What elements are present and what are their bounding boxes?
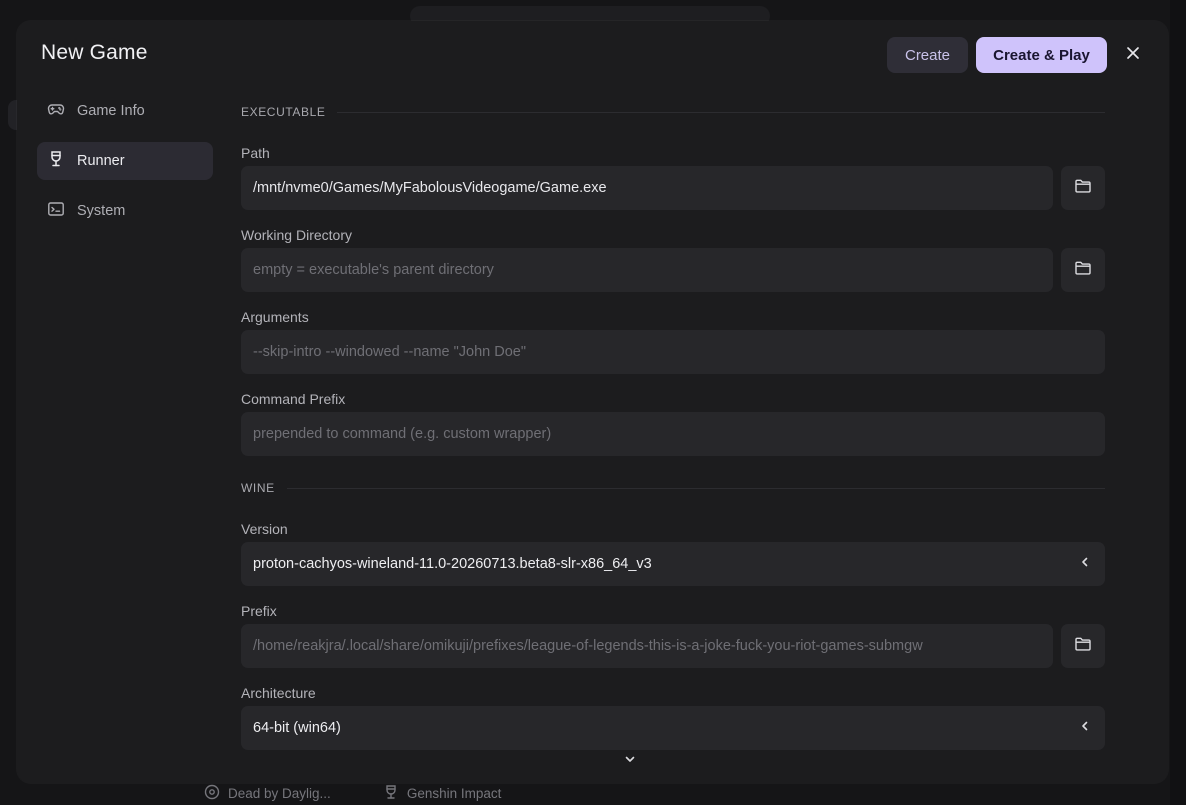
path-label: Path: [241, 145, 270, 161]
path-row: /mnt/nvme0/Games/MyFabolousVideogame/Gam…: [241, 166, 1105, 210]
version-value: proton-cachyos-wineland-11.0-20260713.be…: [253, 556, 652, 572]
folder-icon: [1074, 177, 1092, 200]
new-game-dialog: New Game Create Create & Play Game Info …: [17, 21, 1168, 783]
browse-prefix-button[interactable]: [1061, 624, 1105, 668]
browse-path-button[interactable]: [1061, 166, 1105, 210]
terminal-icon: [47, 200, 65, 222]
background-game-label: Genshin Impact: [406, 785, 502, 801]
chevron-left-icon: [1079, 556, 1091, 572]
create-button[interactable]: Create: [887, 37, 968, 73]
create-and-play-button[interactable]: Create & Play: [976, 37, 1107, 73]
command-prefix-row: prepended to command (e.g. custom wrappe…: [241, 412, 1105, 456]
dialog-title: New Game: [41, 41, 148, 64]
prefix-label: Prefix: [241, 603, 277, 619]
chevron-left-icon: [1079, 720, 1091, 736]
goblet-icon: [383, 784, 399, 803]
architecture-label: Architecture: [241, 685, 316, 701]
scroll-down-button[interactable]: [624, 752, 636, 764]
background-edge: [1170, 0, 1186, 805]
arguments-row: --skip-intro --windowed --name "John Doe…: [241, 330, 1105, 374]
disc-icon: [204, 784, 220, 803]
working-directory-label: Working Directory: [241, 227, 352, 243]
command-prefix-input[interactable]: prepended to command (e.g. custom wrappe…: [241, 412, 1105, 456]
gamepad-icon: [47, 100, 65, 122]
goblet-icon: [47, 150, 65, 172]
section-divider: [286, 487, 1105, 489]
sidebar-item-game-info[interactable]: Game Info: [37, 92, 213, 130]
arguments-input[interactable]: --skip-intro --windowed --name "John Doe…: [241, 330, 1105, 374]
background-game-item[interactable]: Dead by Daylig...: [204, 784, 331, 803]
path-input[interactable]: /mnt/nvme0/Games/MyFabolousVideogame/Gam…: [241, 166, 1053, 210]
version-select[interactable]: proton-cachyos-wineland-11.0-20260713.be…: [241, 542, 1105, 586]
section-title: WINE: [241, 481, 275, 495]
sidebar-item-runner[interactable]: Runner: [37, 142, 213, 180]
working-directory-row: empty = executable's parent directory: [241, 248, 1105, 292]
section-header-wine: WINE: [241, 481, 1105, 495]
chevron-down-icon: [624, 752, 636, 769]
architecture-row: 64-bit (win64): [241, 706, 1105, 750]
version-label: Version: [241, 521, 288, 537]
background-game-list: Dead by Daylig... Genshin Impact: [0, 781, 1186, 805]
close-icon: [1125, 45, 1141, 66]
browse-working-directory-button[interactable]: [1061, 248, 1105, 292]
arguments-label: Arguments: [241, 309, 309, 325]
command-prefix-label: Command Prefix: [241, 391, 346, 407]
prefix-row: /home/reakjra/.local/share/omikuji/prefi…: [241, 624, 1105, 668]
section-title: EXECUTABLE: [241, 105, 326, 119]
folder-icon: [1074, 635, 1092, 658]
close-button[interactable]: [1121, 43, 1145, 67]
version-row: proton-cachyos-wineland-11.0-20260713.be…: [241, 542, 1105, 586]
prefix-input[interactable]: /home/reakjra/.local/share/omikuji/prefi…: [241, 624, 1053, 668]
sidebar-item-label: System: [77, 203, 126, 219]
section-divider: [337, 111, 1105, 113]
background-game-item[interactable]: Genshin Impact: [383, 784, 502, 803]
sidebar-item-label: Game Info: [77, 103, 145, 119]
sidebar-item-label: Runner: [77, 153, 125, 169]
background-game-label: Dead by Daylig...: [228, 785, 331, 801]
section-header-executable: EXECUTABLE: [241, 105, 1105, 119]
folder-icon: [1074, 259, 1092, 282]
architecture-select[interactable]: 64-bit (win64): [241, 706, 1105, 750]
working-directory-input[interactable]: empty = executable's parent directory: [241, 248, 1053, 292]
architecture-value: 64-bit (win64): [253, 720, 341, 736]
sidebar-item-system[interactable]: System: [37, 192, 213, 230]
settings-sidebar: Game Info Runner System: [37, 92, 213, 242]
